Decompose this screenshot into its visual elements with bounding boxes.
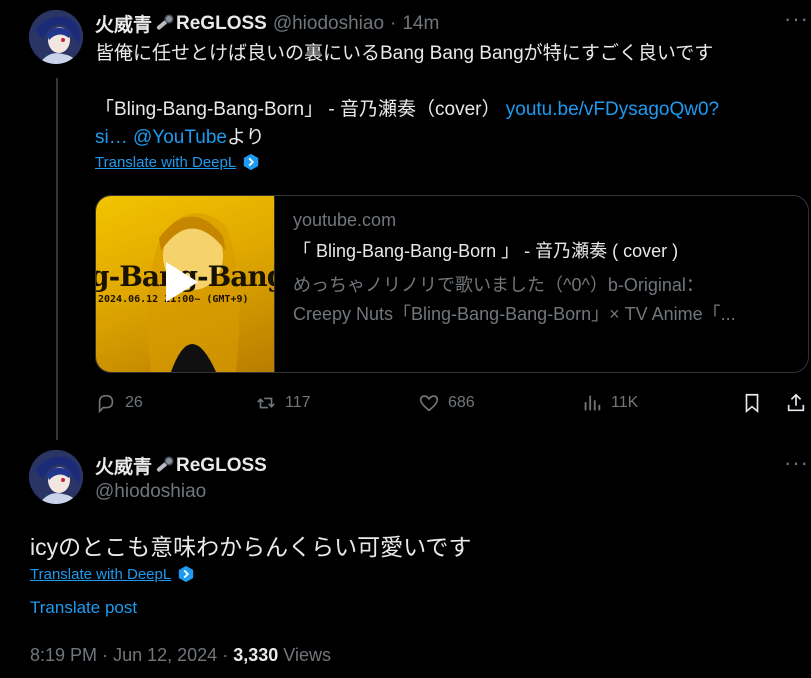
author-name[interactable]: 火威青 xyxy=(95,10,152,37)
avatar[interactable] xyxy=(29,10,83,64)
translate-post-link[interactable]: Translate post xyxy=(30,598,137,618)
author-name[interactable]: 火威青 xyxy=(95,452,152,479)
reply-count: 26 xyxy=(125,394,143,411)
youtube-link-continued[interactable]: si… xyxy=(95,127,128,148)
more-icon[interactable]: ··· xyxy=(784,450,809,476)
translate-deepl-label[interactable]: Translate with DeepL xyxy=(95,154,236,171)
timestamp[interactable]: 14m xyxy=(402,13,439,35)
translate-deepl-label[interactable]: Translate with DeepL xyxy=(30,566,171,583)
translate-deepl-link[interactable]: Translate with DeepL xyxy=(30,565,195,583)
avatar[interactable] xyxy=(29,450,83,504)
views-button[interactable]: 11K xyxy=(581,392,638,414)
author-handle[interactable]: @hiodoshiao xyxy=(95,481,206,503)
tweet-text-line2: 「Bling-Bang-Bang-Born」 - 音乃瀬奏（cover） you… xyxy=(95,96,719,124)
tail-text: より xyxy=(226,127,265,148)
card-domain: youtube.com xyxy=(293,210,397,230)
card-description: めっちゃノリノリで歌いました（^0^）b-Original： Creepy Nu… xyxy=(293,271,736,329)
youtube-mention[interactable]: @YouTube xyxy=(133,127,227,148)
repost-button[interactable]: 117 xyxy=(255,392,311,414)
reply-icon xyxy=(98,394,114,414)
tweet-meta: 8:19 PM · Jun 12, 2024 · 3,330 Views xyxy=(30,645,331,665)
action-bar: 26 117 686 11K xyxy=(95,392,811,420)
reply-button[interactable]: 26 xyxy=(95,392,143,414)
translate-deepl-link[interactable]: Translate with DeepL xyxy=(95,153,260,171)
views-count: 11K xyxy=(611,394,639,411)
video-thumbnail[interactable]: g-Bang-Bang-B 2024.06.12 21:00~ (GMT+9) xyxy=(96,196,275,372)
views-label: Views xyxy=(283,645,331,665)
separator: · xyxy=(390,12,397,34)
card-body: youtube.com 「 Bling-Bang-Bang-Born 」 - 音… xyxy=(275,196,754,372)
author-badge[interactable]: ReGLOSS xyxy=(176,455,267,477)
bookmark-button[interactable] xyxy=(741,392,763,414)
like-count: 686 xyxy=(448,394,475,411)
author-badge[interactable]: ReGLOSS xyxy=(176,13,267,35)
views-count: 3,330 xyxy=(233,645,279,665)
tweet-text: icyのとこも意味わからんくらい可愛いです xyxy=(30,534,472,560)
deepl-icon xyxy=(243,153,259,171)
card-title[interactable]: 「 Bling-Bang-Bang-Born 」 - 音乃瀬奏 ( cover … xyxy=(293,237,736,263)
repost-count: 117 xyxy=(285,394,311,411)
tweet-text-line1: 皆俺に任せとけば良いの裏にいるBang Bang Bangが特にすごく良いです xyxy=(95,43,714,64)
tweet-text-line3: si… @YouTubeより xyxy=(95,124,265,152)
like-button[interactable]: 686 xyxy=(418,392,475,414)
microphone-emoji-icon xyxy=(156,14,174,30)
like-icon xyxy=(419,395,439,412)
microphone-emoji-icon xyxy=(156,456,174,472)
share-button[interactable] xyxy=(785,392,807,414)
tweet-date[interactable]: Jun 12, 2024 xyxy=(113,645,217,665)
song-title-text: 「Bling-Bang-Bang-Born」 - 音乃瀬奏（cover） xyxy=(95,99,506,120)
repost-icon xyxy=(257,397,275,409)
thread-line xyxy=(56,78,58,440)
views-icon xyxy=(584,395,601,411)
avatar-image xyxy=(29,10,83,64)
deepl-icon xyxy=(178,565,194,583)
bookmark-icon xyxy=(745,393,759,414)
link-preview-card[interactable]: g-Bang-Bang-B 2024.06.12 21:00~ (GMT+9) … xyxy=(95,195,809,373)
card-desc-line2: Creepy Nuts「Bling-Bang-Bang-Born」× TV An… xyxy=(293,304,736,324)
play-icon[interactable] xyxy=(166,262,198,302)
author-handle[interactable]: @hiodoshiao xyxy=(273,13,384,35)
card-desc-line1: めっちゃノリノリで歌いました（^0^）b-Original： xyxy=(293,275,704,295)
more-icon[interactable]: ··· xyxy=(784,6,809,32)
reply-header: 火威青 ReGLOSS @hiodoshiao · 14m xyxy=(95,10,439,37)
youtube-link[interactable]: youtu.be/vFDysagoQw0? xyxy=(506,99,719,120)
avatar-image xyxy=(29,450,83,504)
main-header: 火威青 ReGLOSS xyxy=(95,452,267,479)
tweet-time[interactable]: 8:19 PM xyxy=(30,645,97,665)
share-icon xyxy=(787,393,805,412)
